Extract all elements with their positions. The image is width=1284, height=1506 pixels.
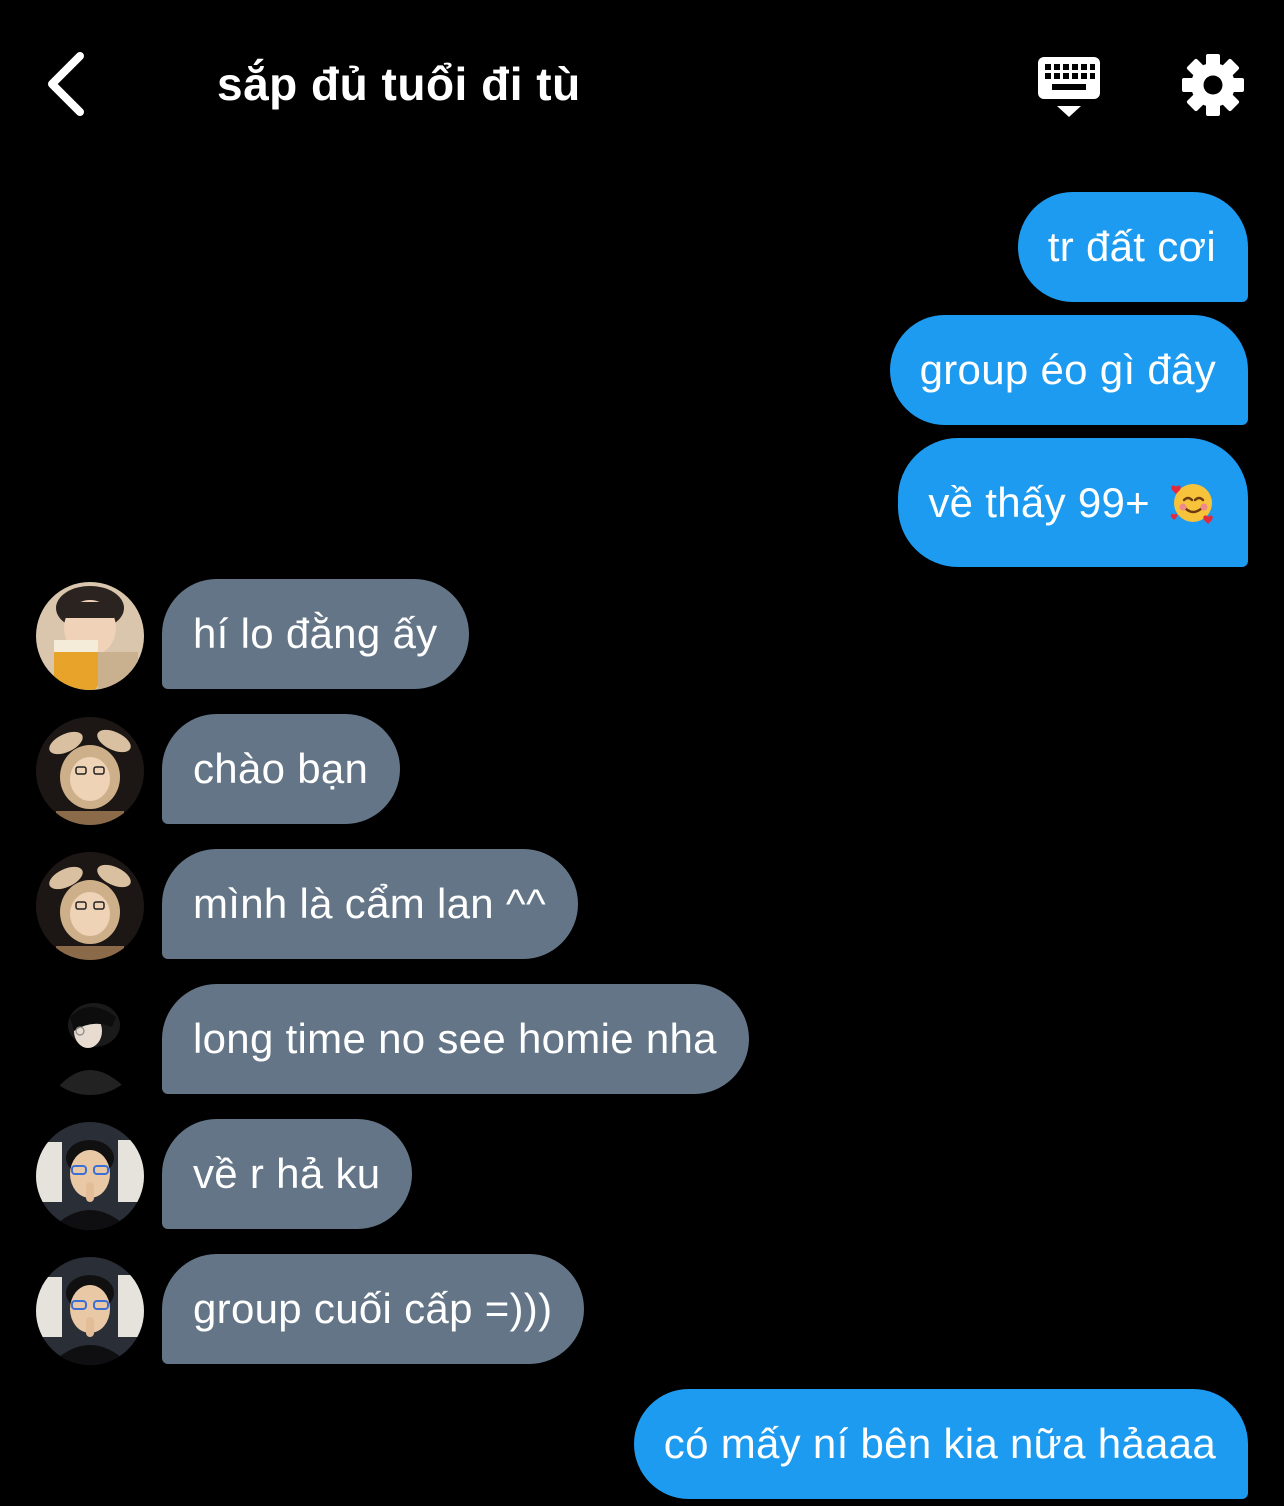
message-bubble-incoming[interactable]: long time no see homie nha bbox=[162, 984, 749, 1094]
avatar[interactable] bbox=[36, 582, 144, 690]
avatar-photo bbox=[36, 1122, 144, 1230]
smiling-face-with-hearts-icon bbox=[1170, 483, 1213, 524]
back-button[interactable] bbox=[34, 46, 104, 122]
message-bubble-incoming[interactable]: về r hả ku bbox=[162, 1119, 413, 1229]
message-bubble-incoming[interactable]: group cuối cấp =))) bbox=[162, 1254, 585, 1364]
gear-icon bbox=[1182, 54, 1244, 116]
message-bubble-outgoing[interactable]: về thấy 99+ bbox=[898, 438, 1248, 567]
chat-header: sắp đủ tuổi đi tù bbox=[0, 0, 1284, 170]
chevron-left-icon bbox=[48, 52, 84, 116]
message-text: mình là cẩm lan ^^ bbox=[193, 880, 546, 927]
message-bubble-outgoing[interactable]: có mấy ní bên kia nữa hảaaa bbox=[633, 1389, 1248, 1499]
avatar-photo bbox=[36, 1257, 144, 1365]
message-text: hí lo đằng ấy bbox=[193, 610, 438, 657]
avatar[interactable] bbox=[36, 1257, 144, 1365]
message-bubble-incoming[interactable]: hí lo đằng ấy bbox=[162, 579, 470, 689]
message-text: chào bạn bbox=[193, 745, 369, 792]
keyboard-icon bbox=[1038, 57, 1100, 117]
message-bubble-incoming[interactable]: mình là cẩm lan ^^ bbox=[162, 849, 578, 959]
message-text: về r hả ku bbox=[193, 1150, 381, 1197]
message-bubble-outgoing[interactable]: group éo gì đây bbox=[889, 315, 1248, 425]
conversation-title: sắp đủ tuổi đi tù bbox=[217, 58, 581, 110]
message-text: có mấy ní bên kia nữa hảaaa bbox=[663, 1420, 1216, 1467]
message-text: group éo gì đây bbox=[919, 346, 1216, 393]
avatar-photo bbox=[36, 852, 144, 960]
message-text: về thấy 99+ bbox=[928, 479, 1151, 526]
message-text: long time no see homie nha bbox=[193, 1015, 717, 1062]
settings-button[interactable] bbox=[1178, 50, 1248, 120]
avatar[interactable] bbox=[36, 717, 144, 825]
message-text: group cuối cấp =))) bbox=[193, 1285, 553, 1332]
avatar-photo bbox=[36, 717, 144, 825]
avatar[interactable] bbox=[36, 987, 144, 1095]
avatar-photo bbox=[36, 582, 144, 690]
avatar[interactable] bbox=[36, 852, 144, 960]
keyboard-toggle-button[interactable] bbox=[1030, 52, 1108, 122]
avatar-photo bbox=[36, 987, 144, 1095]
avatar[interactable] bbox=[36, 1122, 144, 1230]
message-bubble-incoming[interactable]: chào bạn bbox=[162, 714, 401, 824]
message-text: tr đất cơi bbox=[1047, 223, 1216, 270]
message-bubble-outgoing[interactable]: tr đất cơi bbox=[1017, 192, 1248, 302]
